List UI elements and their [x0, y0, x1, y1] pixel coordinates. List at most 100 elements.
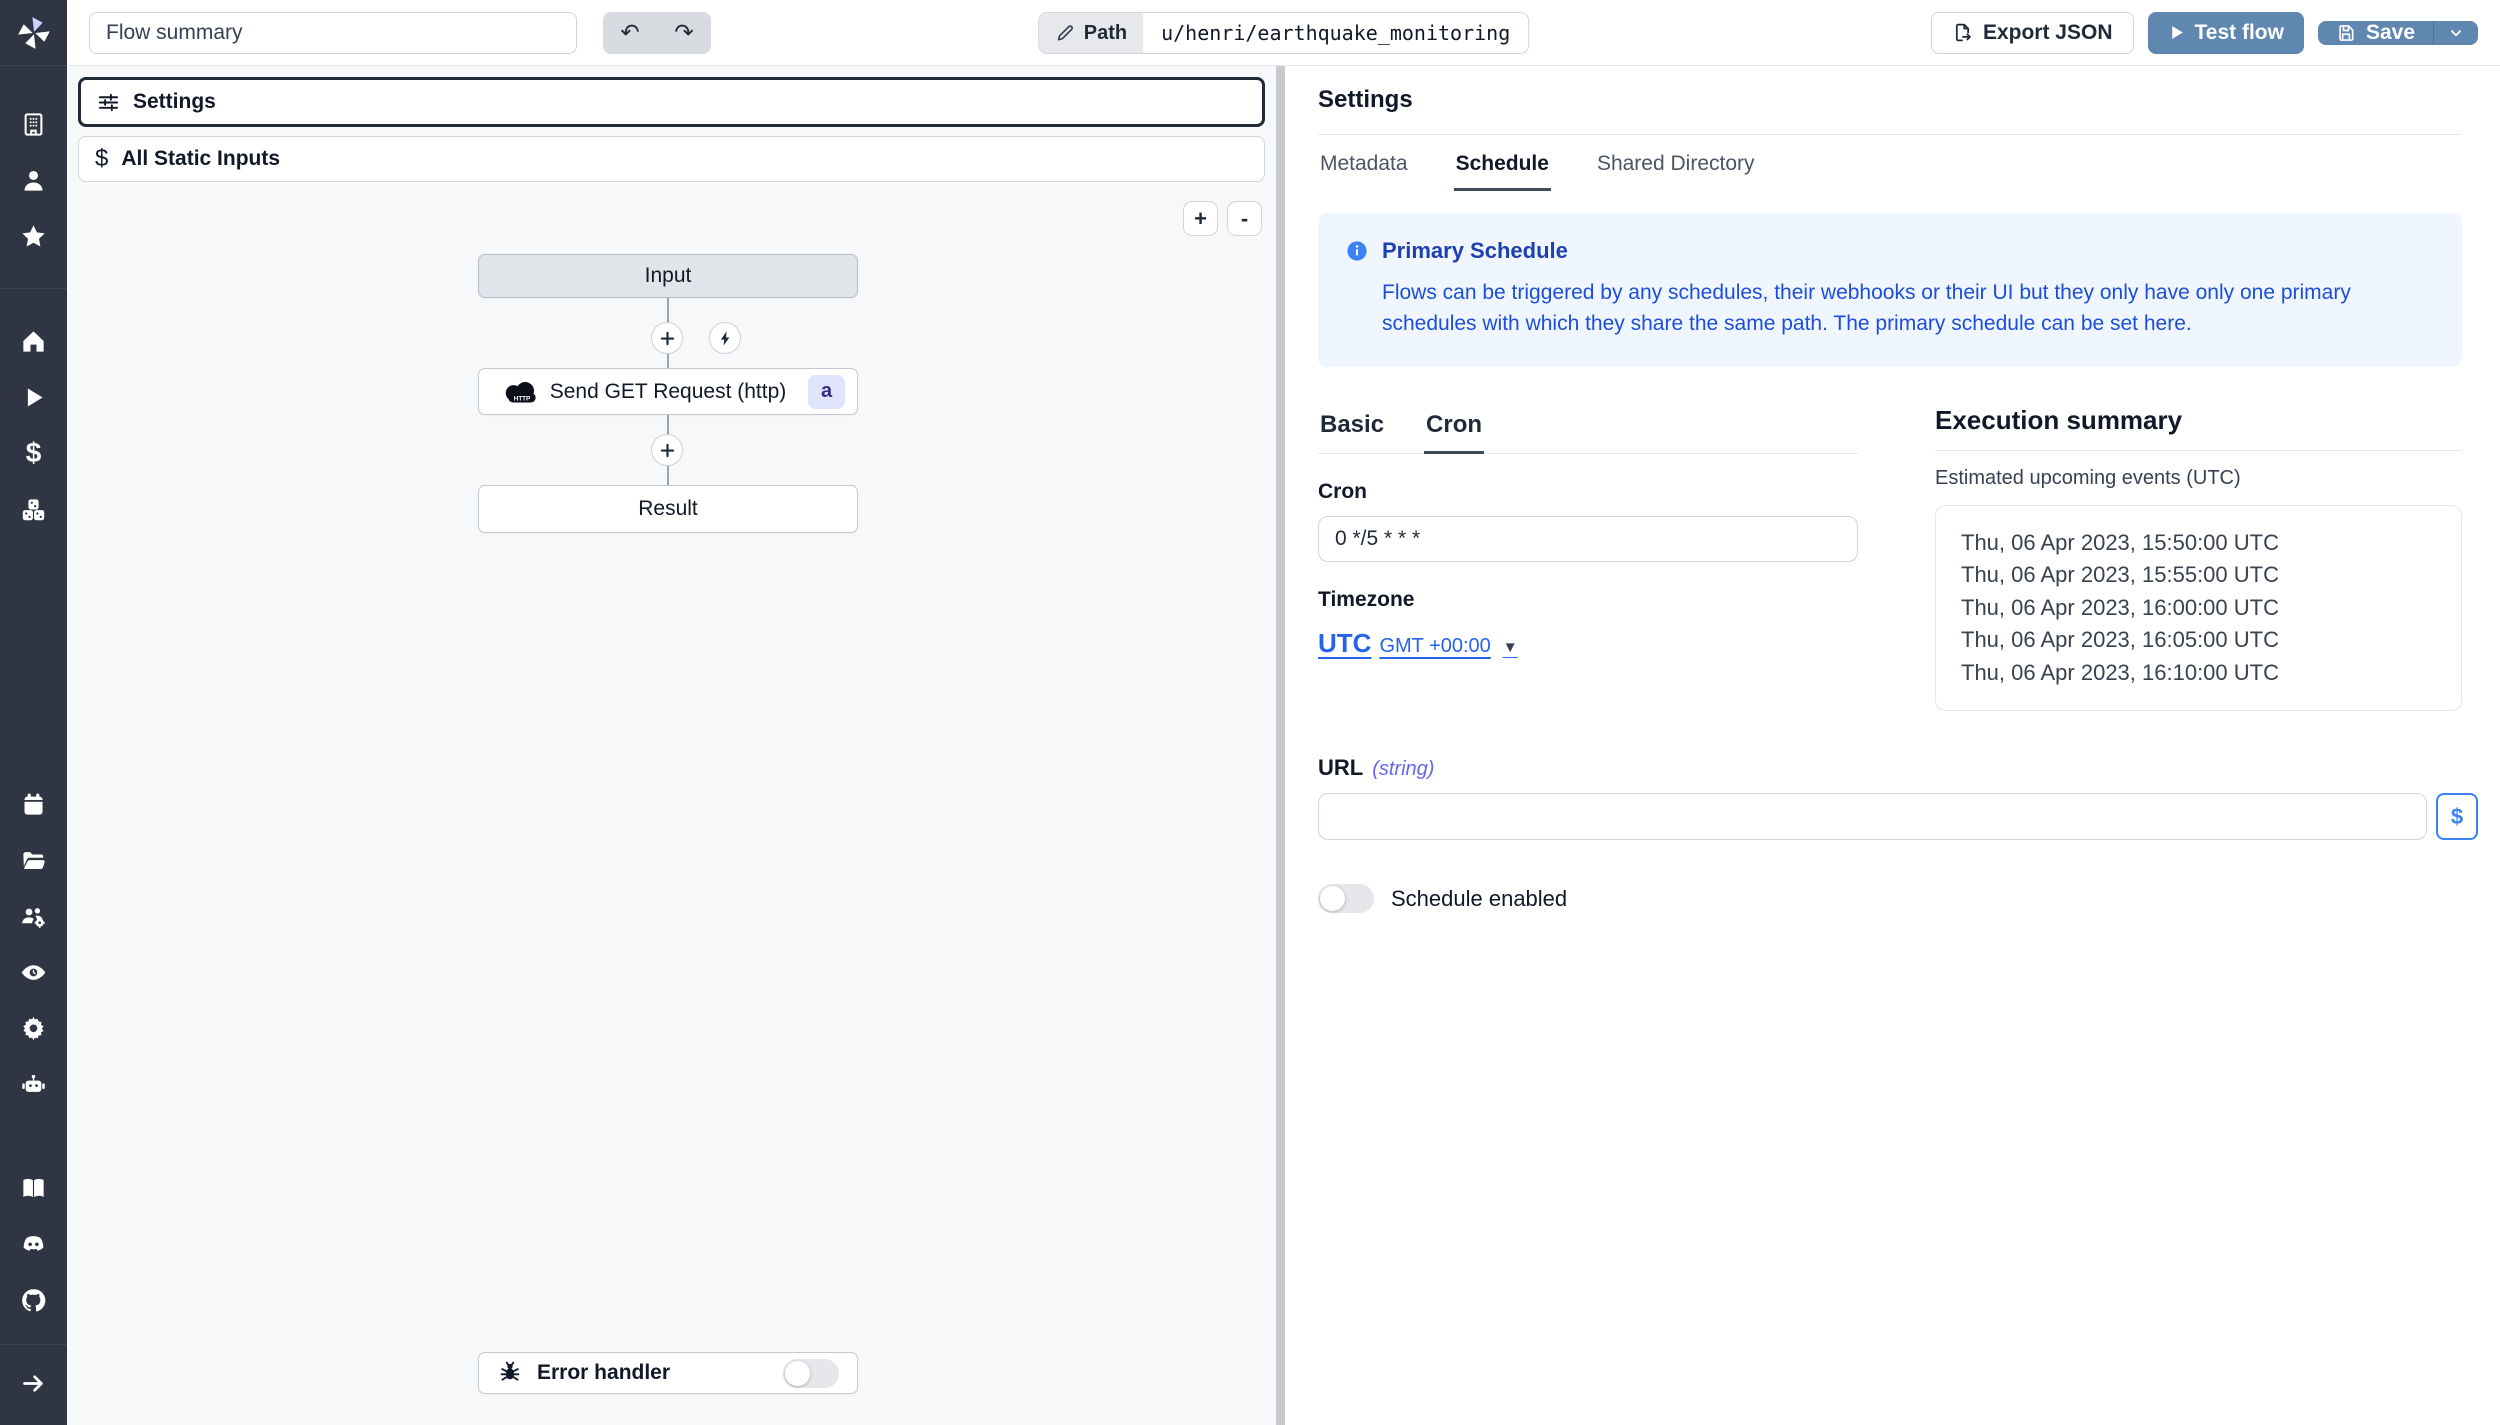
- caret-down-icon: ▼: [1503, 639, 1518, 656]
- info-icon: [1346, 240, 1368, 262]
- schedule-mode-tabs: Basic Cron: [1318, 405, 1858, 454]
- path-label: Path: [1084, 22, 1127, 45]
- pane-splitter[interactable]: [1276, 66, 1285, 1425]
- sidebar-divider: [0, 1344, 67, 1345]
- timezone-name: UTC: [1318, 628, 1371, 659]
- sidebar-item-audit-logs[interactable]: [0, 944, 67, 1000]
- tab-basic[interactable]: Basic: [1318, 405, 1386, 454]
- schedule-enabled-toggle[interactable]: [1318, 884, 1374, 913]
- sliders-icon: [97, 91, 120, 114]
- settings-title: Settings: [1318, 86, 2462, 135]
- timezone-label: Timezone: [1318, 588, 1858, 612]
- save-split-button: Save: [2318, 21, 2478, 45]
- add-step-button[interactable]: [651, 434, 683, 466]
- cron-input[interactable]: [1318, 516, 1858, 562]
- sidebar-item-variables[interactable]: $: [0, 425, 67, 481]
- sidebar-item-settings[interactable]: [0, 1000, 67, 1056]
- settings-tabs: Metadata Schedule Shared Directory: [1318, 137, 2462, 191]
- sidebar-collapse-button[interactable]: [0, 1355, 67, 1411]
- bug-icon: [497, 1360, 523, 1386]
- flow-node-result[interactable]: Result: [478, 485, 858, 533]
- result-node-label: Result: [638, 497, 698, 521]
- dollar-icon: $: [26, 439, 42, 467]
- save-dropdown-button[interactable]: [2433, 21, 2478, 45]
- http-cloud-icon: HTTP: [501, 379, 543, 405]
- event-timestamp: Thu, 06 Apr 2023, 16:05:00 UTC: [1961, 624, 2451, 657]
- sidebar-item-docs[interactable]: [0, 1160, 67, 1216]
- sidebar-item-user[interactable]: [0, 152, 67, 208]
- folder-open-icon: [20, 847, 47, 874]
- insert-variable-button[interactable]: $: [2436, 793, 2478, 840]
- add-trigger-button[interactable]: [709, 322, 741, 354]
- primary-schedule-info-box: Primary Schedule Flows can be triggered …: [1318, 213, 2462, 367]
- input-node-label: Input: [645, 264, 692, 288]
- star-icon: [20, 223, 47, 250]
- calendar-icon: [20, 791, 47, 818]
- flow-node-error-handler[interactable]: Error handler: [478, 1352, 858, 1394]
- url-input[interactable]: [1318, 793, 2427, 840]
- timezone-select[interactable]: UTC GMT +00:00 ▼: [1318, 628, 1518, 659]
- tab-metadata[interactable]: Metadata: [1318, 137, 1410, 191]
- upcoming-events-box: Thu, 06 Apr 2023, 15:50:00 UTC Thu, 06 A…: [1935, 505, 2462, 712]
- zoom-out-button[interactable]: -: [1227, 201, 1262, 236]
- execution-summary-title: Execution summary: [1935, 405, 2462, 451]
- error-handler-toggle[interactable]: [783, 1359, 839, 1388]
- file-export-icon: [1952, 22, 1973, 43]
- tab-schedule[interactable]: Schedule: [1454, 137, 1551, 191]
- building-icon: [20, 111, 47, 138]
- export-json-label: Export JSON: [1983, 21, 2113, 45]
- cron-label: Cron: [1318, 480, 1858, 504]
- svg-text:HTTP: HTTP: [514, 395, 530, 402]
- eye-icon: [20, 959, 47, 986]
- path-value: u/henri/earthquake_monitoring: [1143, 13, 1528, 53]
- redo-button[interactable]: ↷: [657, 12, 711, 54]
- sidebar-item-runs[interactable]: [0, 369, 67, 425]
- toggle-knob: [1320, 886, 1345, 911]
- zoom-controls: + -: [1183, 201, 1262, 236]
- all-static-inputs-label: All Static Inputs: [121, 147, 280, 171]
- flow-settings-label: Settings: [133, 90, 216, 114]
- all-static-inputs-bar[interactable]: $ All Static Inputs: [78, 136, 1265, 182]
- lightning-icon: [717, 330, 734, 347]
- windmill-logo[interactable]: [0, 0, 67, 66]
- plus-icon: [659, 330, 676, 347]
- sidebar-item-groups[interactable]: [0, 888, 67, 944]
- cubes-icon: [20, 496, 47, 523]
- sidebar-item-folders[interactable]: [0, 832, 67, 888]
- export-json-button[interactable]: Export JSON: [1931, 12, 2134, 54]
- info-title: Primary Schedule: [1382, 238, 1568, 264]
- plus-icon: [659, 442, 676, 459]
- tab-shared-directory[interactable]: Shared Directory: [1595, 137, 1757, 191]
- flow-node-input[interactable]: Input: [478, 254, 858, 298]
- sidebar-item-home[interactable]: [0, 313, 67, 369]
- sidebar-item-workspace[interactable]: [0, 96, 67, 152]
- path-chip[interactable]: Path u/henri/earthquake_monitoring: [1038, 12, 1530, 54]
- dollar-icon: $: [95, 145, 108, 173]
- flow-settings-bar[interactable]: Settings: [78, 77, 1265, 127]
- sidebar-item-favorites[interactable]: [0, 208, 67, 264]
- flow-node-http[interactable]: HTTP Send GET Request (http) a: [478, 368, 858, 415]
- add-step-button[interactable]: [651, 322, 683, 354]
- event-timestamp: Thu, 06 Apr 2023, 15:50:00 UTC: [1961, 527, 2451, 560]
- sidebar-item-github[interactable]: [0, 1272, 67, 1328]
- zoom-in-button[interactable]: +: [1183, 201, 1218, 236]
- sidebar-item-discord[interactable]: [0, 1216, 67, 1272]
- sidebar-item-resources[interactable]: [0, 481, 67, 537]
- pencil-icon: [1055, 23, 1075, 43]
- discord-icon: [20, 1231, 47, 1258]
- save-icon: [2336, 23, 2356, 43]
- user-icon: [20, 167, 47, 194]
- event-timestamp: Thu, 06 Apr 2023, 15:55:00 UTC: [1961, 559, 2451, 592]
- undo-button[interactable]: ↶: [603, 12, 657, 54]
- save-button[interactable]: Save: [2318, 21, 2433, 45]
- tab-cron[interactable]: Cron: [1424, 405, 1484, 454]
- test-flow-button[interactable]: Test flow: [2148, 12, 2304, 54]
- sidebar-item-schedules[interactable]: [0, 776, 67, 832]
- play-icon: [20, 384, 47, 411]
- flow-summary-input[interactable]: [89, 12, 577, 54]
- topbar: ↶ ↷ Path u/henri/earthquake_monitoring E…: [67, 0, 2500, 66]
- sidebar-item-workers[interactable]: [0, 1056, 67, 1112]
- users-gear-icon: [20, 903, 47, 930]
- event-timestamp: Thu, 06 Apr 2023, 16:10:00 UTC: [1961, 657, 2451, 690]
- settings-pane: Settings Metadata Schedule Shared Direct…: [1285, 66, 2500, 1425]
